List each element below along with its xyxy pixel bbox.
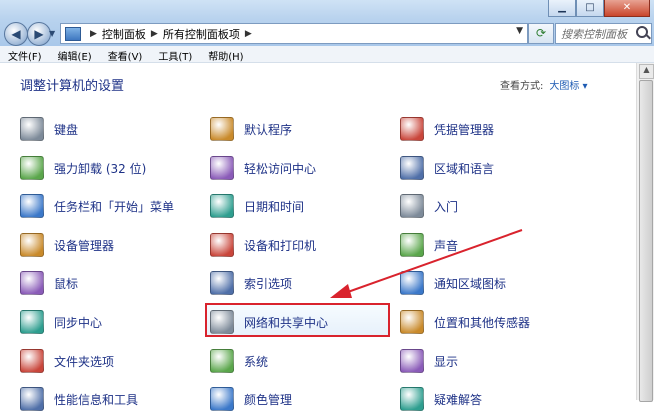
arrow-head: [330, 284, 352, 298]
annotation-arrow: [330, 229, 523, 298]
arrow-line: [344, 229, 523, 294]
